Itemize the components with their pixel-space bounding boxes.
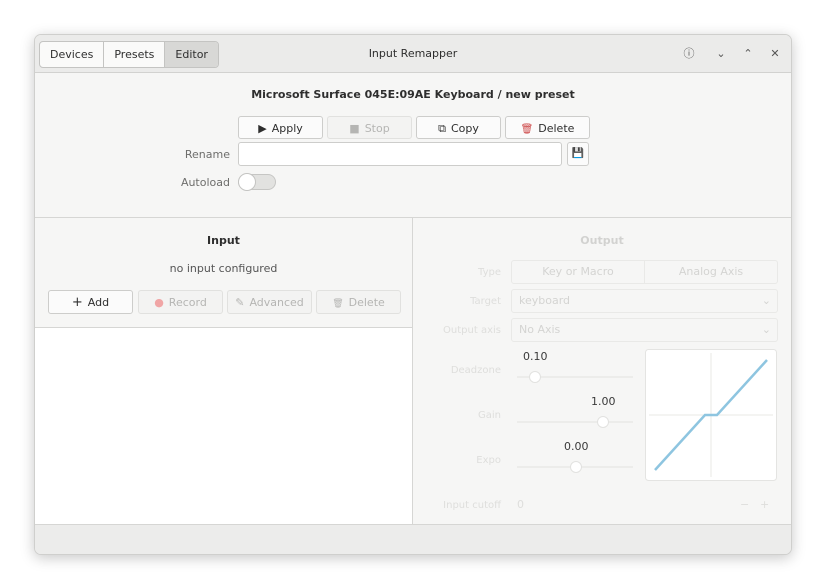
type-analog-axis[interactable]: Analog Axis bbox=[644, 260, 778, 284]
minus-icon[interactable]: − bbox=[740, 498, 749, 511]
gain-value: 1.00 bbox=[591, 395, 616, 408]
expo-value: 0.00 bbox=[564, 440, 589, 453]
target-label: Target bbox=[470, 296, 501, 307]
output-axis-dropdown[interactable]: No Axis ⌄ bbox=[511, 318, 778, 342]
save-name-button[interactable]: 💾 bbox=[567, 142, 589, 166]
response-curve-preview bbox=[645, 349, 777, 481]
input-cutoff-value[interactable]: 0 bbox=[517, 498, 524, 511]
input-list[interactable] bbox=[35, 327, 412, 525]
output-panel: Output Type Key or Macro Analog Axis Tar… bbox=[413, 218, 791, 524]
trash-icon: 🗑 bbox=[520, 124, 534, 135]
window-title: Input Remapper bbox=[368, 47, 458, 60]
expo-slider-handle[interactable] bbox=[570, 461, 582, 473]
add-input-button[interactable]: + Add bbox=[48, 290, 133, 314]
type-label: Type bbox=[478, 267, 501, 278]
deadzone-label: Deadzone bbox=[450, 365, 501, 376]
stop-label: Stop bbox=[364, 122, 390, 135]
plus-icon[interactable]: + bbox=[760, 498, 769, 511]
close-icon[interactable]: ✕ bbox=[766, 45, 784, 63]
output-title: Output bbox=[580, 234, 624, 247]
status-bar bbox=[35, 524, 791, 554]
copy-label: Copy bbox=[450, 122, 479, 135]
save-icon: 💾 bbox=[571, 148, 585, 159]
maximize-icon[interactable]: ⌃ bbox=[739, 45, 757, 63]
target-value: keyboard bbox=[519, 294, 571, 307]
copy-icon: ⧉ bbox=[438, 122, 446, 135]
stop-icon: ■ bbox=[349, 122, 360, 135]
chevron-down-icon: ⌄ bbox=[761, 323, 771, 336]
gain-slider-handle[interactable] bbox=[597, 416, 609, 428]
rename-input[interactable] bbox=[238, 142, 562, 166]
rename-label: Rename bbox=[184, 148, 230, 161]
plus-icon: + bbox=[71, 295, 83, 310]
input-panel: Input no input configured + Add ● Record ✎… bbox=[35, 218, 413, 525]
type-key-or-macro[interactable]: Key or Macro bbox=[511, 260, 645, 284]
advanced-button[interactable]: ✎ Advanced bbox=[227, 290, 312, 314]
input-status: no input configured bbox=[169, 262, 278, 275]
record-icon: ● bbox=[154, 296, 164, 309]
play-icon: ▶ bbox=[258, 122, 267, 135]
minimize-icon[interactable]: ⌄ bbox=[712, 45, 730, 63]
output-axis-value: No Axis bbox=[519, 323, 561, 336]
gain-slider-track[interactable] bbox=[517, 421, 633, 423]
device-preset-title: Microsoft Surface 045E:09AE Keyboard / n… bbox=[251, 88, 575, 101]
copy-button[interactable]: ⧉ Copy bbox=[416, 116, 501, 139]
autoload-label: Autoload bbox=[180, 176, 230, 189]
pencil-icon: ✎ bbox=[235, 296, 245, 309]
app-window: Devices Presets Editor Input Remapper ⓘ … bbox=[34, 34, 792, 555]
input-title: Input bbox=[207, 234, 240, 247]
deadzone-value: 0.10 bbox=[523, 350, 548, 363]
info-icon[interactable]: ⓘ bbox=[680, 45, 698, 63]
delete-preset-button[interactable]: 🗑 Delete bbox=[505, 116, 590, 139]
advanced-label: Advanced bbox=[249, 296, 304, 309]
output-axis-label: Output axis bbox=[443, 325, 501, 336]
deadzone-slider-handle[interactable] bbox=[529, 371, 541, 383]
apply-button[interactable]: ▶ Apply bbox=[238, 116, 323, 139]
delete-input-label: Delete bbox=[348, 296, 385, 309]
title-bar: Devices Presets Editor Input Remapper ⓘ … bbox=[35, 35, 791, 73]
delete-input-button[interactable]: 🗑 Delete bbox=[316, 290, 401, 314]
add-label: Add bbox=[87, 296, 110, 309]
trash-icon: 🗑 bbox=[332, 299, 344, 309]
apply-label: Apply bbox=[271, 122, 303, 135]
autoload-toggle[interactable] bbox=[238, 173, 276, 191]
expo-label: Expo bbox=[476, 455, 501, 466]
stop-button[interactable]: ■ Stop bbox=[327, 116, 412, 139]
preset-header: Microsoft Surface 045E:09AE Keyboard / n… bbox=[35, 73, 791, 218]
target-dropdown[interactable]: keyboard ⌄ bbox=[511, 289, 778, 313]
chevron-down-icon: ⌄ bbox=[761, 294, 771, 307]
record-label: Record bbox=[168, 296, 207, 309]
record-button[interactable]: ● Record bbox=[138, 290, 223, 314]
toggle-knob bbox=[238, 173, 256, 191]
gain-label: Gain bbox=[478, 410, 501, 421]
input-cutoff-label: Input cutoff bbox=[443, 500, 501, 511]
delete-label: Delete bbox=[538, 122, 575, 135]
